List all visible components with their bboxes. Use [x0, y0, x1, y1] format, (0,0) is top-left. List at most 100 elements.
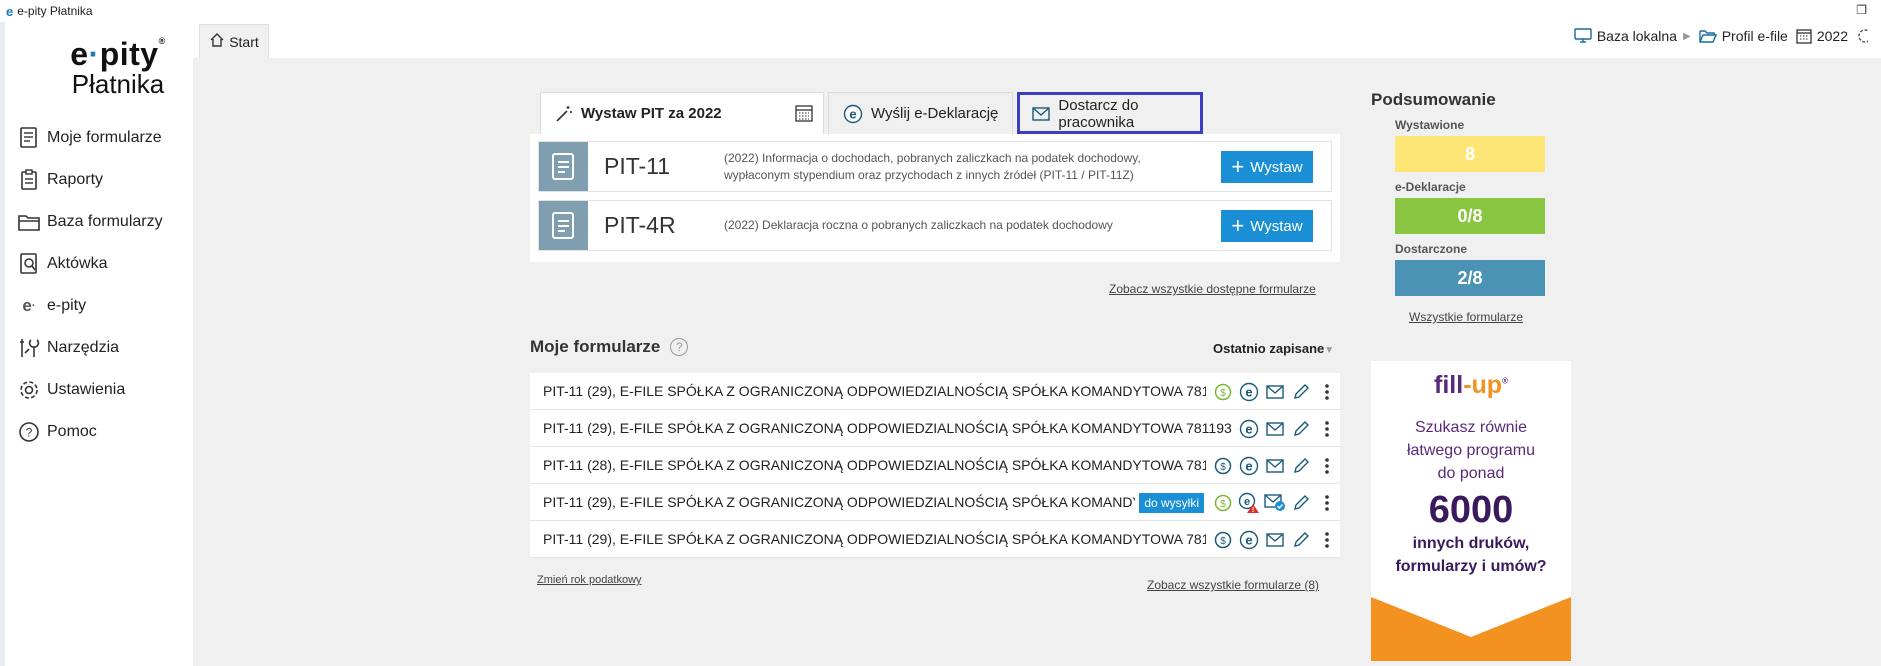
all-my-forms-link[interactable]: Zobacz wszystkie formularze (8)	[1147, 578, 1319, 592]
restore-window-icon[interactable]: ❐	[1856, 3, 1867, 17]
ad-line: łatwego programu	[1406, 442, 1536, 459]
tab-deliver-label: Dostarcz do pracownika	[1058, 96, 1139, 131]
payment-icon[interactable]: $	[1210, 527, 1236, 553]
envelope-check-icon[interactable]	[1262, 490, 1288, 516]
ad-number: 6000	[1428, 489, 1514, 531]
form-name: PIT-11	[604, 153, 671, 179]
sidebar-item-raporty[interactable]: Raporty	[17, 159, 195, 201]
more-menu-icon[interactable]	[1314, 416, 1340, 442]
edeclarations-count[interactable]: 0/8	[1395, 198, 1545, 234]
fillup-advertisement[interactable]: fill-up® Szukasz równie łatwego programu…	[1371, 361, 1571, 661]
crumb-year[interactable]: 2022	[1796, 28, 1848, 44]
more-menu-icon[interactable]	[1314, 453, 1340, 479]
payment-icon[interactable]: $	[1210, 490, 1236, 516]
svg-text:e: e	[849, 106, 856, 121]
edit-pencil-icon[interactable]	[1288, 453, 1314, 479]
logo-e: e	[70, 36, 89, 72]
crumb-local-db[interactable]: Baza lokalna	[1574, 28, 1677, 44]
issued-count[interactable]: 8	[1395, 136, 1545, 172]
payment-icon[interactable]: $	[1210, 379, 1236, 405]
delivered-label: Dostarczone	[1395, 242, 1468, 256]
list-item[interactable]: PIT-11 (29), E-FILE SPÓŁKA Z OGRANICZONĄ…	[530, 410, 1340, 447]
briefcase-search-icon	[17, 252, 41, 276]
row-actions: $ e	[1206, 447, 1340, 483]
tab-send-edeclaration[interactable]: e Wyślij e-Deklarację	[828, 92, 1014, 134]
settings-gear-icon[interactable]	[1856, 28, 1873, 44]
edeklaracja-icon[interactable]: e	[1236, 453, 1262, 479]
fillup-logo-b: -up	[1463, 371, 1503, 399]
edeklaracja-icon[interactable]: e	[1236, 379, 1262, 405]
more-menu-icon[interactable]	[1314, 490, 1340, 516]
ad-line: do ponad	[1437, 465, 1505, 482]
caret-down-icon: ▼	[1324, 345, 1335, 356]
crumb-year-label: 2022	[1816, 28, 1848, 44]
list-item[interactable]: PIT-11 (29), E-FILE SPÓŁKA Z OGRANICZONĄ…	[530, 521, 1340, 558]
calendar-icon[interactable]	[795, 104, 813, 126]
help-icon[interactable]: ?	[670, 338, 689, 356]
issue-pit-11-button[interactable]: + Wystaw	[1221, 151, 1313, 183]
tab-start[interactable]: Start	[199, 24, 269, 58]
form-icon	[17, 126, 41, 150]
app-logo-icon: e	[6, 3, 14, 19]
envelope-icon[interactable]	[1262, 527, 1288, 553]
sidebar-item-narzedzia[interactable]: Narzędzia	[17, 327, 195, 369]
sidebar-item-label: Moje formularze	[47, 129, 162, 146]
tab-deliver-to-employee[interactable]: Dostarcz do pracownika	[1017, 92, 1204, 134]
ad-line: formularzy i umów?	[1395, 558, 1547, 575]
document-icon	[539, 142, 588, 191]
action-tabs: Wystaw PIT za 2022 e Wyślij e-Deklarację…	[540, 92, 1207, 134]
more-menu-icon[interactable]	[1314, 379, 1340, 405]
tab-issue-pit[interactable]: Wystaw PIT za 2022	[540, 92, 824, 134]
top-bar: Start Baza lokalna ▶ Profil e-file 2022	[193, 22, 1881, 58]
more-menu-icon[interactable]	[1314, 527, 1340, 553]
form-row-pit-4r: PIT-4R (2022) Deklaracja roczna o pobran…	[538, 200, 1332, 251]
row-actions: do wysyłki $ e!	[1135, 484, 1340, 520]
sidebar-item-ustawienia[interactable]: Ustawienia	[17, 369, 195, 411]
sort-dropdown[interactable]: Ostatnio zapisane▼	[1213, 341, 1334, 356]
change-tax-year-link[interactable]: Zmień rok podatkowy	[537, 574, 642, 586]
list-item-text: PIT-11 (28), E-FILE SPÓŁKA Z OGRANICZONĄ…	[543, 457, 1224, 473]
sidebar-item-label: Ustawienia	[47, 381, 126, 398]
envelope-icon[interactable]	[1262, 379, 1288, 405]
sidebar-item-aktowka[interactable]: Aktówka	[17, 243, 195, 285]
payment-icon[interactable]: $	[1210, 453, 1236, 479]
edeklaracja-warning-icon[interactable]: e!	[1236, 490, 1262, 516]
issued-label: Wystawione	[1395, 118, 1465, 132]
all-available-forms-link[interactable]: Zobacz wszystkie dostępne formularze	[1109, 282, 1316, 296]
summary-panel: Podsumowanie Wystawione 8 e-Deklaracje 0…	[1371, 90, 1571, 324]
list-item[interactable]: PIT-11 (29), E-FILE SPÓŁKA Z OGRANICZONĄ…	[530, 484, 1340, 521]
row-actions: $ e	[1206, 521, 1340, 557]
edit-pencil-icon[interactable]	[1288, 379, 1314, 405]
edit-pencil-icon[interactable]	[1288, 490, 1314, 516]
edeklaracja-icon[interactable]: e	[1236, 416, 1262, 442]
edit-pencil-icon[interactable]	[1288, 527, 1314, 553]
envelope-icon[interactable]	[1262, 416, 1288, 442]
envelope-icon[interactable]	[1262, 453, 1288, 479]
envelope-graphic	[1371, 597, 1571, 661]
form-description-line: wypłaconym stypendium oraz przychodach z…	[724, 167, 1134, 182]
sidebar-item-pomoc[interactable]: ? Pomoc	[17, 411, 195, 453]
crumb-profile[interactable]: Profil e-file	[1699, 28, 1788, 44]
sidebar-item-label: Baza formularzy	[47, 213, 163, 230]
svg-text:?: ?	[26, 426, 33, 440]
delivered-count[interactable]: 2/8	[1395, 260, 1545, 296]
sidebar-item-label: e-pity	[47, 297, 87, 314]
edit-pencil-icon[interactable]	[1288, 416, 1314, 442]
svg-text:!: !	[1252, 507, 1254, 514]
my-forms-list: PIT-11 (29), E-FILE SPÓŁKA Z OGRANICZONĄ…	[530, 373, 1340, 558]
folder-icon	[17, 210, 41, 234]
svg-text:e: e	[1244, 496, 1250, 508]
edeklaracja-icon[interactable]: e	[1236, 527, 1262, 553]
sidebar-item-label: Raporty	[47, 171, 104, 188]
app-logo: e·pity® Płatnika	[53, 36, 183, 100]
sidebar-item-baza-formularzy[interactable]: Baza formularzy	[17, 201, 195, 243]
sidebar-item-label: Aktówka	[47, 255, 108, 272]
issue-pit-4r-button[interactable]: + Wystaw	[1221, 210, 1313, 242]
list-item[interactable]: PIT-11 (29), E-FILE SPÓŁKA Z OGRANICZONĄ…	[530, 373, 1340, 410]
list-item[interactable]: PIT-11 (28), E-FILE SPÓŁKA Z OGRANICZONĄ…	[530, 447, 1340, 484]
all-forms-summary-link[interactable]: Wszystkie formularze	[1409, 310, 1523, 324]
folder-open-icon	[1699, 30, 1717, 43]
fillup-logo: fill-up®	[1371, 371, 1571, 400]
sidebar-item-e-pity[interactable]: e · e-pity	[17, 285, 195, 327]
sidebar-item-moje-formularze[interactable]: Moje formularze	[17, 117, 195, 159]
